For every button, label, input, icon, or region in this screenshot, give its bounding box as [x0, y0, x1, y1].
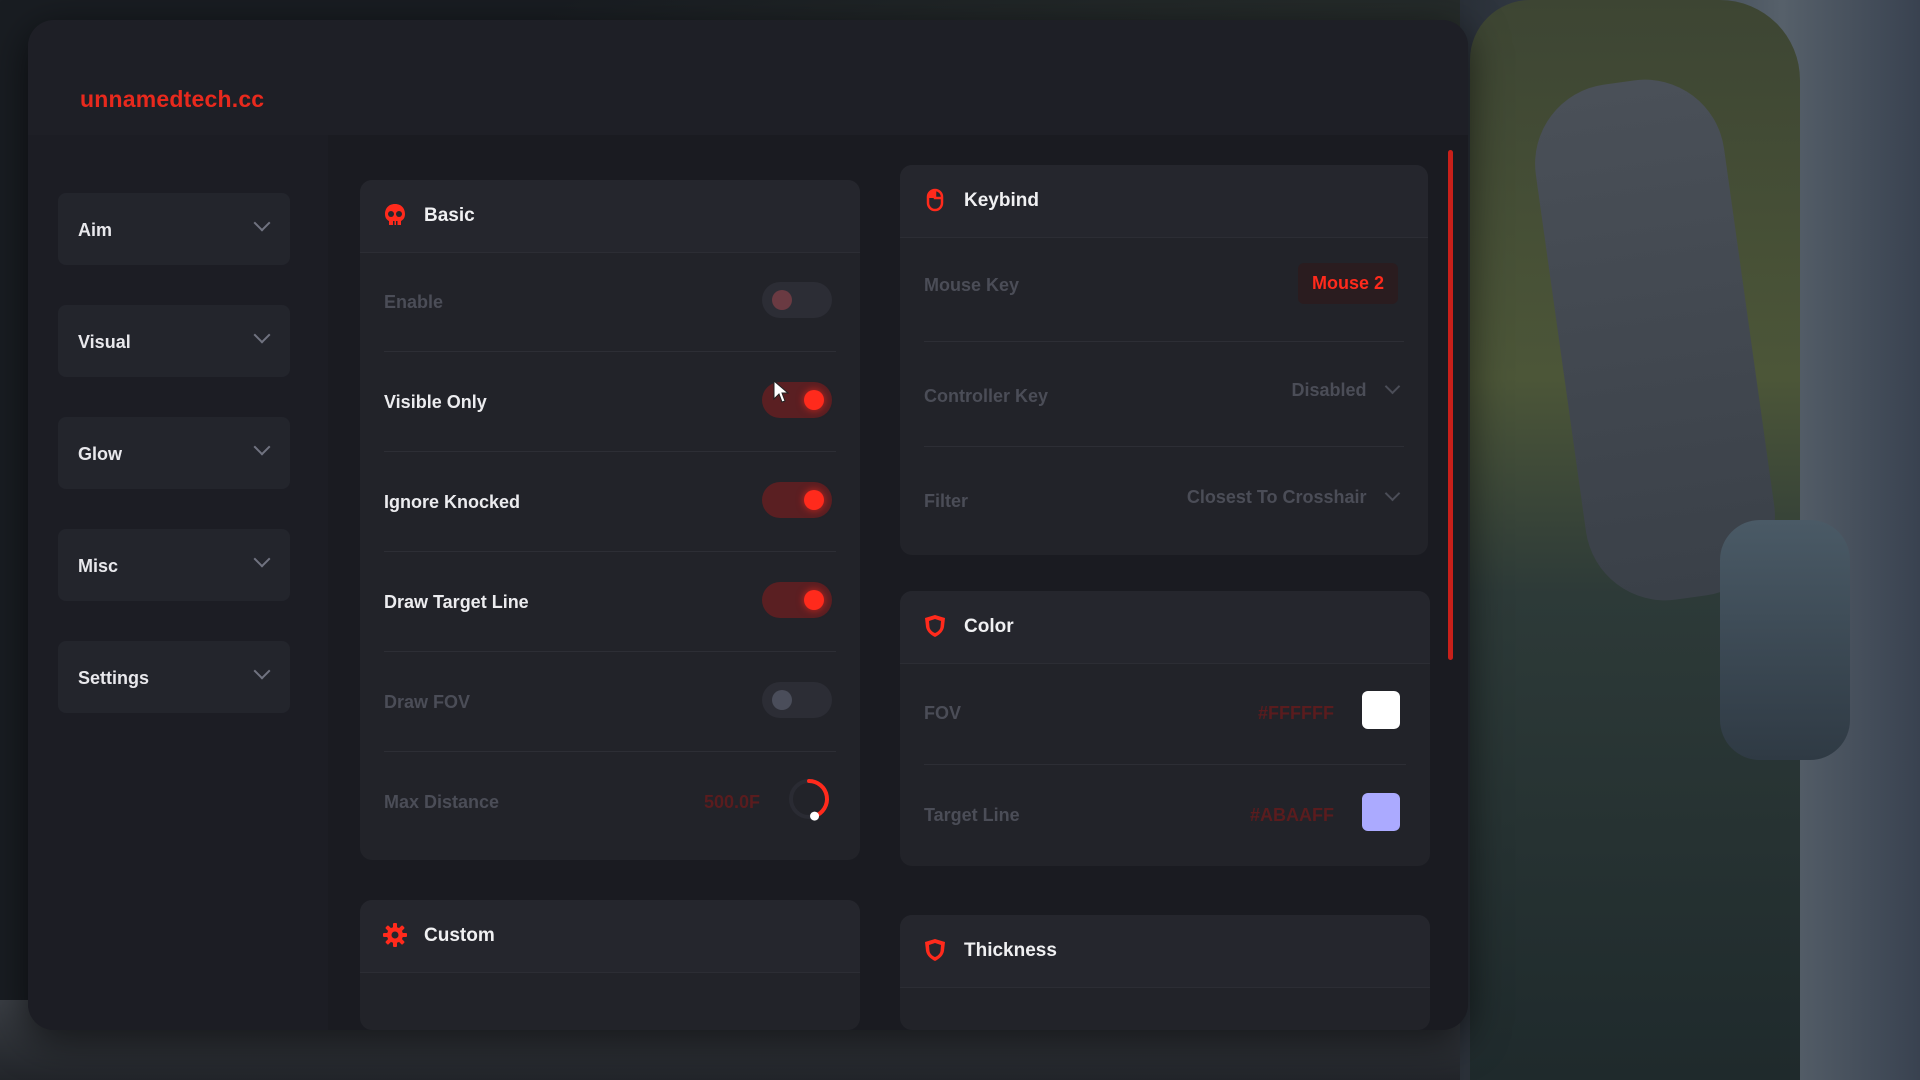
keybind-card-header: Keybind: [900, 165, 1428, 238]
setting-row-visible-only: Visible Only: [360, 352, 860, 452]
sidebar-item-label: Aim: [78, 220, 113, 240]
draw-fov-toggle[interactable]: [762, 682, 832, 718]
top-bar: unnamedtech.cc: [28, 20, 1468, 135]
chevron-down-icon: [253, 214, 271, 232]
setting-row-enable: Enable: [360, 252, 860, 352]
background-glove: [1720, 520, 1850, 760]
setting-label: Ignore Knocked: [384, 492, 521, 512]
color-card-header: Color: [900, 591, 1430, 664]
chevron-down-icon: [1384, 378, 1401, 395]
ignore-knocked-toggle[interactable]: [762, 482, 832, 518]
gear-icon: [383, 923, 407, 947]
custom-card-header: Custom: [360, 900, 860, 973]
setting-label: Max Distance: [384, 792, 500, 812]
sidebar: Aim Visual Glow Misc Settings: [28, 135, 328, 1030]
toggle-knob: [804, 390, 824, 410]
chevron-down-icon: [253, 438, 271, 456]
max-distance-knob[interactable]: [784, 774, 834, 824]
setting-row-fov-color: FOV #FFFFFF: [900, 663, 1430, 765]
toggle-knob: [804, 490, 824, 510]
setting-row-filter: Filter Closest To Crosshair: [900, 447, 1428, 552]
fov-color-swatch[interactable]: [1362, 691, 1400, 729]
shield-icon: [925, 615, 945, 637]
keybind-card-title: Keybind: [964, 190, 1039, 211]
shield-icon: [925, 939, 945, 961]
basic-card: Basic Enable Visible Only Ignore Knocked: [360, 180, 860, 860]
chevron-down-icon: [1384, 485, 1401, 502]
setting-label: Visible Only: [384, 392, 487, 412]
target-line-color-hex: #ABAAFF: [1250, 805, 1334, 825]
sidebar-item-misc[interactable]: Misc: [58, 529, 290, 601]
sidebar-item-visual[interactable]: Visual: [58, 305, 290, 377]
setting-row-draw-fov: Draw FOV: [360, 652, 860, 752]
keybind-card: Keybind Mouse Key Mouse 2 Controller Key…: [900, 165, 1428, 555]
custom-card-title: Custom: [424, 925, 495, 946]
draw-target-line-toggle[interactable]: [762, 582, 832, 618]
scrollbar[interactable]: [1448, 150, 1453, 660]
setting-label: Draw FOV: [384, 692, 471, 712]
setting-label: Controller Key: [924, 386, 1049, 406]
setting-label: Filter: [924, 491, 969, 511]
setting-label: Draw Target Line: [384, 592, 529, 612]
thickness-card-header: Thickness: [900, 915, 1430, 988]
setting-row-ignore-knocked: Ignore Knocked: [360, 452, 860, 552]
knob-handle[interactable]: [810, 811, 820, 821]
setting-row-max-distance: Max Distance 500.0F: [360, 752, 860, 852]
sidebar-item-label: Visual: [78, 332, 131, 352]
brand-logo-text: unnamedtech.cc: [80, 86, 265, 112]
skull-icon: [385, 204, 405, 225]
sidebar-item-label: Glow: [78, 444, 122, 464]
setting-row-target-line-color: Target Line #ABAAFF: [900, 765, 1430, 865]
controller-key-dropdown[interactable]: Disabled: [1291, 378, 1401, 401]
color-card: Color FOV #FFFFFF Target Line #ABAAFF: [900, 591, 1430, 866]
toggle-knob: [772, 290, 792, 310]
chevron-down-icon: [253, 662, 271, 680]
sidebar-item-aim[interactable]: Aim: [58, 193, 290, 265]
setting-row-draw-target-line: Draw Target Line: [360, 552, 860, 652]
setting-label: FOV: [924, 703, 962, 723]
custom-card: Custom: [360, 900, 860, 1030]
chevron-down-icon: [253, 550, 271, 568]
filter-dropdown[interactable]: Closest To Crosshair: [1186, 485, 1401, 508]
sidebar-item-label: Misc: [78, 556, 119, 576]
max-distance-value: 500.0F: [703, 792, 760, 812]
setting-row-mouse-key: Mouse Key Mouse 2: [900, 237, 1428, 342]
menu-panel: unnamedtech.cc Aim Visual Glow Misc Sett…: [28, 20, 1468, 1030]
toggle-knob: [772, 690, 792, 710]
mouse-cursor-icon: [773, 380, 790, 403]
sidebar-item-glow[interactable]: Glow: [58, 417, 290, 489]
setting-label: Target Line: [924, 805, 1020, 825]
basic-card-header: Basic: [360, 180, 860, 253]
sidebar-item-settings[interactable]: Settings: [58, 641, 290, 713]
setting-label: Enable: [384, 292, 444, 312]
mouse-key-button[interactable]: Mouse 2: [1297, 263, 1398, 304]
content-area: Basic Enable Visible Only Ignore Knocked: [328, 135, 1468, 1030]
enable-toggle[interactable]: [762, 282, 832, 318]
knob-arc: [807, 779, 829, 819]
setting-label: Mouse Key: [924, 275, 1020, 295]
fov-color-hex: #FFFFFF: [1258, 703, 1334, 723]
thickness-card-title: Thickness: [964, 940, 1057, 961]
target-line-color-swatch[interactable]: [1362, 793, 1400, 831]
chevron-down-icon: [253, 326, 271, 344]
basic-card-title: Basic: [424, 205, 475, 226]
thickness-card: Thickness: [900, 915, 1430, 1030]
dropdown-value: Disabled: [1291, 380, 1367, 400]
color-card-title: Color: [964, 616, 1014, 637]
sidebar-item-label: Settings: [78, 668, 150, 688]
dropdown-value: Closest To Crosshair: [1186, 487, 1367, 507]
setting-row-controller-key: Controller Key Disabled: [900, 342, 1428, 447]
mouse-icon: [926, 188, 944, 212]
toggle-knob: [804, 590, 824, 610]
